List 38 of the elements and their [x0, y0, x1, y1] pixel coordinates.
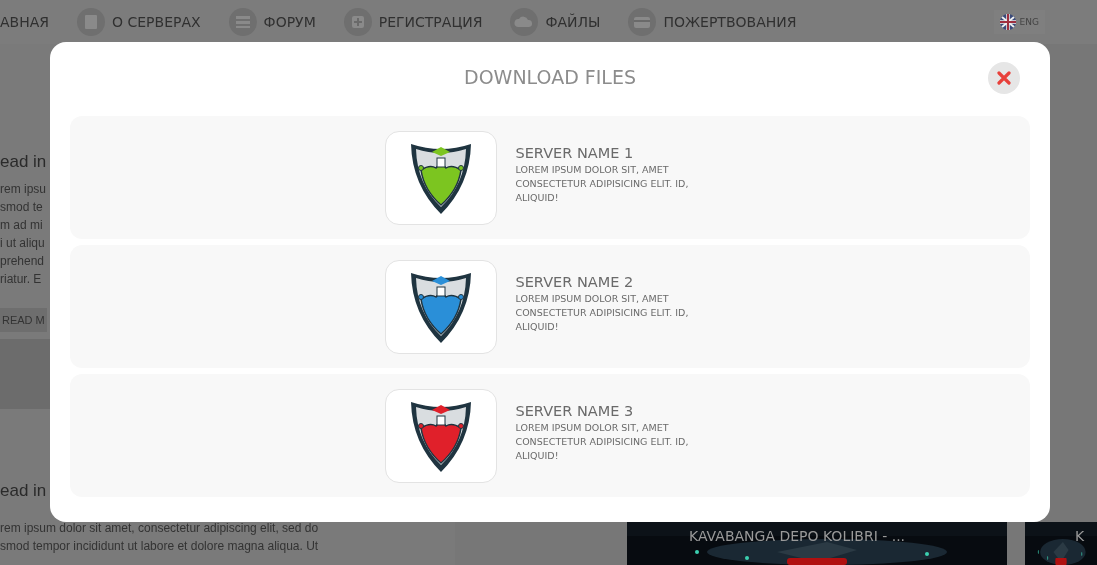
- nav-icon: [228, 8, 257, 36]
- server-description: LOREM IPSUM DOLOR SIT, AMET CONSECTETUR ADIPISICING ELIT. ID, ALIQUID!: [515, 162, 690, 205]
- nav-icon: [343, 8, 372, 36]
- article-title: ead in: [0, 152, 47, 172]
- server-name: SERVER NAME 2: [515, 273, 635, 290]
- article-text: i ut aliqu: [0, 235, 45, 252]
- server-name: SERVER NAME 1: [515, 144, 635, 161]
- article-text: smod tempor incididunt ut labore et dolore magna aliqua. Ut: [0, 538, 319, 555]
- video-title: K: [1075, 528, 1085, 544]
- nav-link[interactable]: АВНАЯ: [0, 14, 49, 30]
- nav-icon: [628, 8, 657, 36]
- dialog-title: DOWNLOAD FILES: [464, 66, 636, 88]
- nav-link[interactable]: ПОЖЕРТВОВАНИЯ: [628, 8, 797, 36]
- server-description: LOREM IPSUM DOLOR SIT, AMET CONSECTETUR ADIPISICING ELIT. ID, ALIQUID!: [515, 291, 690, 334]
- server-description: LOREM IPSUM DOLOR SIT, AMET CONSECTETUR ADIPISICING ELIT. ID, ALIQUID!: [515, 420, 690, 463]
- server-card[interactable]: SERVER NAME 3 LOREM IPSUM DOLOR SIT, AMET CONSECTETUR ADIPISICING ELIT. ID, ALIQUID!: [70, 374, 1030, 497]
- close-button[interactable]: [988, 62, 1020, 94]
- nav-link[interactable]: ФАЙЛЫ: [510, 8, 601, 36]
- article-text: smod te: [0, 199, 43, 216]
- video-title: KAVABANGA DEPO KOLIBRI - ...: [689, 528, 906, 544]
- article-text: prehend: [0, 253, 45, 270]
- nav-link[interactable]: РЕГИСТРАЦИЯ: [343, 8, 483, 36]
- nav-icon: [77, 8, 105, 36]
- article-text: riatur. E: [0, 271, 42, 288]
- video-thumbnail[interactable]: KAVABANGA DEPO KOLIBRI - ...: [627, 522, 1007, 565]
- flag-icon: [999, 14, 1016, 30]
- nav-icon: [510, 8, 539, 36]
- article-title: ead in: [0, 481, 47, 501]
- video-thumbnail[interactable]: K: [1025, 522, 1097, 565]
- server-name: SERVER NAME 3: [515, 402, 635, 419]
- article-text: rem ipsum dolor sit amet, consectetur adipiscing elit, sed do: [0, 520, 319, 537]
- server-card[interactable]: SERVER NAME 1 LOREM IPSUM DOLOR SIT, AMET CONSECTETUR ADIPISICING ELIT. ID, ALIQUID!: [70, 116, 1030, 239]
- article-text: rem ipsu: [0, 181, 46, 198]
- nav-link[interactable]: ФОРУМ: [228, 8, 316, 36]
- article-text: m ad mi: [0, 217, 43, 234]
- server-card[interactable]: SERVER NAME 2 LOREM IPSUM DOLOR SIT, AMET CONSECTETUR ADIPISICING ELIT. ID, ALIQUID!: [70, 245, 1030, 368]
- close-icon: [997, 71, 1011, 85]
- nav-link[interactable]: О СЕРВЕРАХ: [77, 8, 201, 36]
